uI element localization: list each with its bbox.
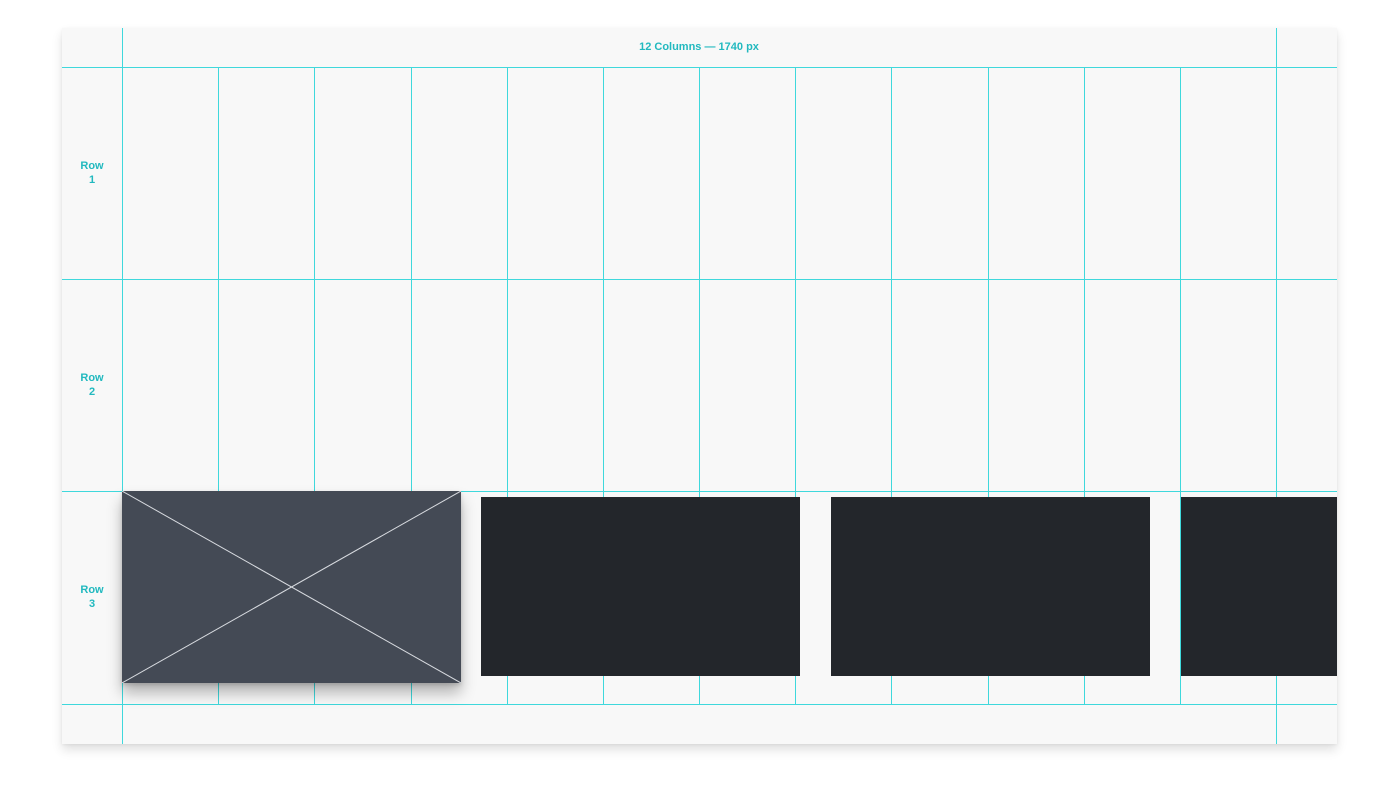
content-card-1[interactable] <box>481 497 800 676</box>
grid-line-bottom <box>62 704 1337 705</box>
row-label-word: Row <box>80 372 104 384</box>
placeholder-cross-icon <box>122 491 461 683</box>
content-card-2[interactable] <box>831 497 1150 676</box>
row-label-number: 3 <box>88 598 96 610</box>
row-label-1: Row 1 <box>62 159 122 187</box>
row-label-word: Row <box>80 584 104 596</box>
image-placeholder[interactable] <box>122 491 461 683</box>
row-label-number: 2 <box>88 386 96 398</box>
grid-canvas: 12 Columns — 1740 px Row 1 Row 2 Row 3 <box>62 28 1337 744</box>
content-card-3[interactable] <box>1181 497 1337 676</box>
row-label-number: 1 <box>88 174 96 186</box>
row-label-2: Row 2 <box>62 371 122 399</box>
columns-label: 12 Columns — 1740 px <box>639 41 759 53</box>
row-label-word: Row <box>80 160 104 172</box>
row-label-3: Row 3 <box>62 583 122 611</box>
